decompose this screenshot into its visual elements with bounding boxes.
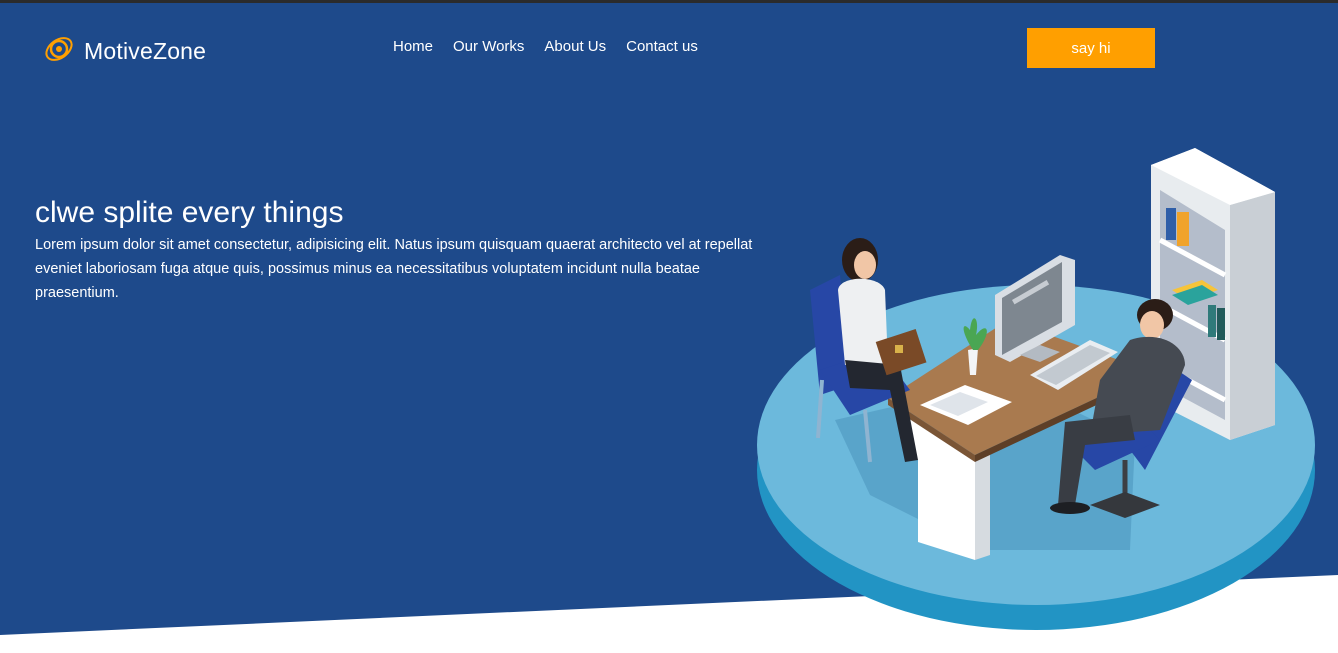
nav-item-contact-us[interactable]: Contact us: [626, 38, 698, 55]
gear-icon: [42, 32, 76, 71]
brand-name: MotiveZone: [84, 38, 207, 64]
hero-description: Lorem ipsum dolor sit amet consectetur, …: [35, 237, 753, 301]
nav-item-our-works[interactable]: Our Works: [453, 38, 524, 55]
nav-item-about-us[interactable]: About Us: [544, 38, 606, 55]
brand-logo[interactable]: MotiveZone: [42, 32, 206, 71]
nav-item-home[interactable]: Home: [393, 38, 433, 55]
hero-title: clwe splite every things: [35, 196, 344, 229]
say-hi-button[interactable]: say hi: [1027, 28, 1155, 68]
main-nav: Home Our Works About Us Contact us: [393, 38, 698, 55]
office-meeting-illustration: [757, 148, 1315, 630]
